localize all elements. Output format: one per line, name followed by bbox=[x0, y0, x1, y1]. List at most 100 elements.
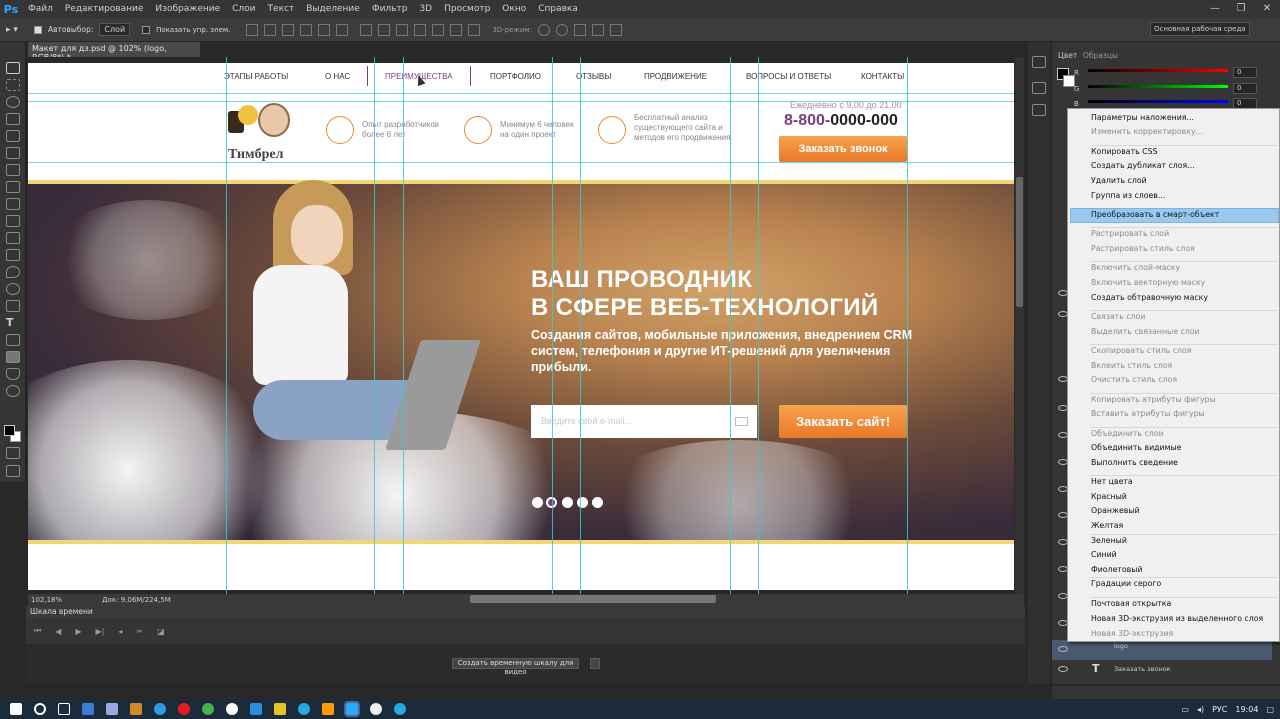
prev-frame-icon[interactable]: ◀ bbox=[55, 627, 61, 636]
vscode-icon[interactable] bbox=[250, 703, 262, 715]
dodge-tool-icon[interactable] bbox=[6, 283, 20, 295]
restore-button[interactable]: ❐ bbox=[1228, 0, 1254, 18]
photoshop-taskbar-icon[interactable] bbox=[344, 701, 360, 717]
chrome-icon[interactable] bbox=[202, 703, 214, 715]
menu-help[interactable]: Справка bbox=[532, 4, 584, 14]
distribute-middle-icon[interactable] bbox=[378, 23, 391, 36]
distribute-center-icon[interactable] bbox=[432, 23, 445, 36]
context-menu-item[interactable]: Фиолетовый bbox=[1091, 565, 1142, 574]
workspace-dropdown[interactable]: Основная рабочая среда bbox=[1150, 22, 1250, 36]
volume-icon[interactable]: ◂) bbox=[1197, 705, 1204, 714]
document-tab[interactable]: Макет для дз.psd @ 102% (logo, RGB/8*) * bbox=[28, 42, 200, 62]
menu-filter[interactable]: Фильтр bbox=[366, 4, 414, 14]
canvas-vertical-scrollbar[interactable] bbox=[1015, 57, 1024, 594]
show-controls-checkbox[interactable] bbox=[142, 25, 151, 34]
distribute-left-icon[interactable] bbox=[414, 23, 427, 36]
context-menu-item[interactable]: Объединить видимые bbox=[1091, 443, 1181, 452]
layer-visibility-icon[interactable] bbox=[1058, 666, 1068, 672]
distribute-right-icon[interactable] bbox=[450, 23, 463, 36]
context-menu-item[interactable]: Копировать CSS bbox=[1091, 147, 1158, 156]
align-bottom-icon[interactable] bbox=[282, 23, 295, 36]
clock[interactable]: 19:04 bbox=[1235, 705, 1258, 714]
move-tool-icon[interactable] bbox=[6, 62, 20, 74]
menu-layers[interactable]: Слои bbox=[226, 4, 261, 14]
zoom-tool-icon[interactable] bbox=[6, 385, 20, 397]
clone-stamp-tool-icon[interactable] bbox=[6, 198, 20, 210]
context-menu-item[interactable]: Новая 3D-экструзия из выделенного слоя bbox=[1091, 614, 1263, 623]
context-menu-item[interactable]: Градации серого bbox=[1091, 579, 1161, 588]
distribute-top-icon[interactable] bbox=[360, 23, 373, 36]
context-menu-item[interactable]: Нет цвета bbox=[1091, 477, 1133, 486]
rectangle-tool-icon[interactable] bbox=[6, 351, 20, 363]
align-left-icon[interactable] bbox=[300, 23, 313, 36]
3d-rotate-icon[interactable] bbox=[538, 23, 551, 36]
pen-tool-icon[interactable] bbox=[6, 300, 20, 312]
type-tool-icon[interactable]: T bbox=[6, 317, 20, 329]
app-icon[interactable] bbox=[130, 703, 142, 715]
character-panel-icon[interactable] bbox=[1032, 104, 1046, 116]
context-menu-item[interactable]: Удалить слой bbox=[1091, 176, 1147, 185]
illustrator-icon[interactable] bbox=[322, 703, 334, 715]
autoselect-checkbox[interactable] bbox=[34, 25, 42, 34]
telegram-icon[interactable] bbox=[394, 703, 406, 715]
autoselect-dropdown[interactable]: Слой bbox=[99, 23, 131, 36]
opera-icon[interactable] bbox=[178, 703, 190, 715]
windows-start-icon[interactable] bbox=[10, 703, 22, 715]
task-view-icon[interactable] bbox=[58, 703, 70, 715]
crop-tool-icon[interactable] bbox=[6, 130, 20, 142]
align-middle-icon[interactable] bbox=[264, 23, 277, 36]
auto-align-icon[interactable] bbox=[468, 23, 481, 36]
menu-3d[interactable]: 3D bbox=[413, 4, 438, 14]
path-select-tool-icon[interactable] bbox=[6, 334, 20, 346]
quick-select-tool-icon[interactable] bbox=[6, 113, 20, 125]
zoom-level[interactable]: 102,18% bbox=[31, 596, 62, 604]
menu-view[interactable]: Просмотр bbox=[438, 4, 496, 14]
context-menu-item[interactable]: Оранжевый bbox=[1091, 506, 1140, 515]
distribute-bottom-icon[interactable] bbox=[396, 23, 409, 36]
g-slider[interactable] bbox=[1088, 85, 1228, 88]
context-menu-item[interactable]: Зеленый bbox=[1091, 536, 1127, 545]
transition-icon[interactable]: ◪ bbox=[157, 627, 165, 636]
r-slider[interactable] bbox=[1088, 69, 1228, 72]
audio-icon[interactable]: ◂ bbox=[118, 627, 122, 636]
context-menu-item[interactable]: Группа из слоев... bbox=[1091, 191, 1165, 200]
context-menu-item[interactable]: Преобразовать в смарт-объект bbox=[1091, 210, 1219, 219]
menu-file[interactable]: Файл bbox=[22, 4, 59, 14]
history-panel-icon[interactable] bbox=[1032, 56, 1046, 68]
r-value[interactable]: 0 bbox=[1233, 67, 1257, 78]
telegram-icon[interactable] bbox=[298, 703, 310, 715]
align-center-icon[interactable] bbox=[318, 23, 331, 36]
menu-select[interactable]: Выделение bbox=[300, 4, 366, 14]
context-menu-item[interactable]: Желтая bbox=[1091, 521, 1123, 530]
brush-tool-icon[interactable] bbox=[6, 181, 20, 193]
notifications-icon[interactable]: ▢ bbox=[1266, 705, 1274, 714]
properties-panel-icon[interactable] bbox=[1032, 82, 1046, 94]
menu-edit[interactable]: Редактирование bbox=[59, 4, 150, 14]
3d-roll-icon[interactable] bbox=[556, 23, 569, 36]
tab-swatches[interactable]: Образцы bbox=[1083, 51, 1118, 60]
eraser-tool-icon[interactable] bbox=[6, 232, 20, 244]
layer-row-callback[interactable]: T Заказать звонок bbox=[1052, 660, 1272, 680]
keyboard-lang[interactable]: РУС bbox=[1212, 705, 1227, 714]
lasso-tool-icon[interactable] bbox=[6, 96, 20, 108]
screen-mode-icon[interactable] bbox=[6, 465, 20, 477]
align-top-icon[interactable] bbox=[246, 23, 259, 36]
move-tool-preset[interactable]: ▸ ▾ bbox=[6, 25, 28, 35]
menu-type[interactable]: Текст bbox=[262, 4, 301, 14]
close-window-button[interactable]: ✕ bbox=[1254, 0, 1280, 18]
app-icon[interactable] bbox=[82, 703, 94, 715]
app-icon[interactable] bbox=[274, 703, 286, 715]
context-menu-item[interactable]: Выполнить сведение bbox=[1091, 458, 1178, 467]
document-canvas[interactable]: ЭТАПЫ РАБОТЫ О НАС ПРЕИМУЩЕСТВА ПОРТФОЛИ… bbox=[28, 63, 1014, 590]
blur-tool-icon[interactable] bbox=[6, 266, 20, 278]
context-menu-item[interactable]: Создать обтравочную маску bbox=[1091, 293, 1208, 302]
foreground-color-swatch[interactable] bbox=[4, 425, 15, 436]
history-brush-tool-icon[interactable] bbox=[6, 215, 20, 227]
context-menu-item[interactable]: Красный bbox=[1091, 492, 1127, 501]
tab-color[interactable]: Цвет bbox=[1058, 51, 1077, 60]
hand-tool-icon[interactable] bbox=[6, 368, 20, 380]
network-icon[interactable]: ▭ bbox=[1181, 705, 1189, 714]
app-icon[interactable] bbox=[370, 703, 382, 715]
yandex-icon[interactable] bbox=[226, 703, 238, 715]
search-icon[interactable] bbox=[34, 703, 46, 715]
